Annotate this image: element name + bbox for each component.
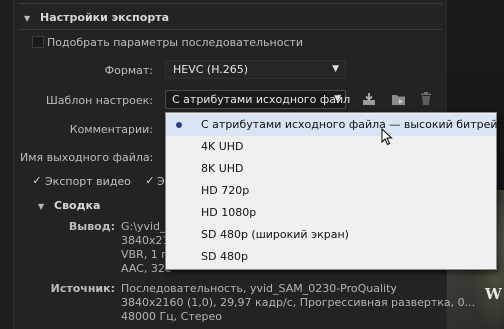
summary-title: Сводка — [54, 199, 101, 212]
summary-source-line: 48000 Гц, Стерео — [121, 310, 223, 323]
left-panel-edge — [0, 0, 14, 329]
export-audio-checkbox[interactable]: ✓ — [144, 175, 156, 187]
preset-option-label: С атрибутами исходного файла — высокий б… — [201, 118, 504, 131]
preview-overlay-text: W — [485, 285, 503, 303]
summary-output-label: Вывод: — [68, 220, 115, 233]
preset-option[interactable]: SD 480p (широкий экран) — [166, 224, 496, 246]
preset-value: С атрибутами исходного файл — [172, 93, 351, 106]
preset-dropdown[interactable]: С атрибутами исходного файл ▼ — [165, 90, 350, 109]
preset-option[interactable]: 4K UHD — [166, 136, 496, 158]
collapse-triangle-icon[interactable]: ▼ — [24, 12, 30, 26]
selected-bullet-icon — [176, 122, 182, 128]
format-value: HEVC (H.265) — [173, 63, 249, 76]
output-name-label: Имя выходного файла: — [20, 151, 154, 164]
chevron-down-icon: ▼ — [334, 94, 341, 104]
summary-source-label: Источник: — [50, 282, 115, 295]
delete-preset-icon[interactable] — [419, 91, 435, 107]
chevron-down-icon: ▼ — [332, 64, 339, 74]
preset-option[interactable]: 8K UHD — [166, 158, 496, 180]
preset-option[interactable]: SD 480p — [166, 246, 496, 268]
preset-option-label: 8K UHD — [201, 162, 244, 175]
top-divider — [18, 3, 442, 4]
match-sequence-label: Подобрать параметры последовательности — [47, 36, 304, 49]
preset-option-label: SD 480p (широкий экран) — [201, 228, 349, 241]
export-video-label: Экспорт видео — [45, 175, 131, 188]
format-label: Формат: — [104, 64, 153, 77]
match-sequence-checkbox[interactable] — [32, 36, 44, 48]
preset-option-label: 4K UHD — [201, 140, 244, 153]
summary-source-line: 3840x2160 (1,0), 29,97 кадр/с, Прогресси… — [121, 296, 476, 309]
import-preset-icon[interactable] — [390, 91, 406, 107]
preset-option-label: HD 720p — [201, 184, 250, 197]
save-preset-icon[interactable] — [361, 91, 377, 107]
preset-label: Шаблон настроек: — [46, 94, 153, 107]
mouse-cursor-icon — [381, 127, 393, 149]
collapse-triangle-icon[interactable]: ▼ — [38, 200, 44, 214]
preset-dropdown-menu: С атрибутами исходного файла — высокий б… — [165, 112, 504, 270]
summary-source-line: Последовательность, yvid_SAM_0230-ProQua… — [121, 282, 397, 295]
comments-label: Комментарии: — [69, 123, 153, 136]
format-dropdown[interactable]: HEVC (H.265) ▼ — [165, 60, 346, 79]
preset-option[interactable]: HD 1080p — [166, 202, 496, 224]
preset-option[interactable]: HD 720p — [166, 180, 496, 202]
preset-option[interactable]: С атрибутами исходного файла — высокий б… — [166, 114, 504, 136]
export-audio-label: Э — [157, 175, 165, 188]
preset-option-label: HD 1080p — [201, 206, 257, 219]
export-video-checkbox[interactable]: ✓ — [31, 175, 43, 187]
export-settings-title: Настройки экспорта — [40, 11, 170, 24]
preset-option-label: SD 480p — [201, 250, 248, 263]
summary-output-line: G:\yvid_ — [121, 220, 166, 233]
section-divider — [18, 29, 442, 30]
